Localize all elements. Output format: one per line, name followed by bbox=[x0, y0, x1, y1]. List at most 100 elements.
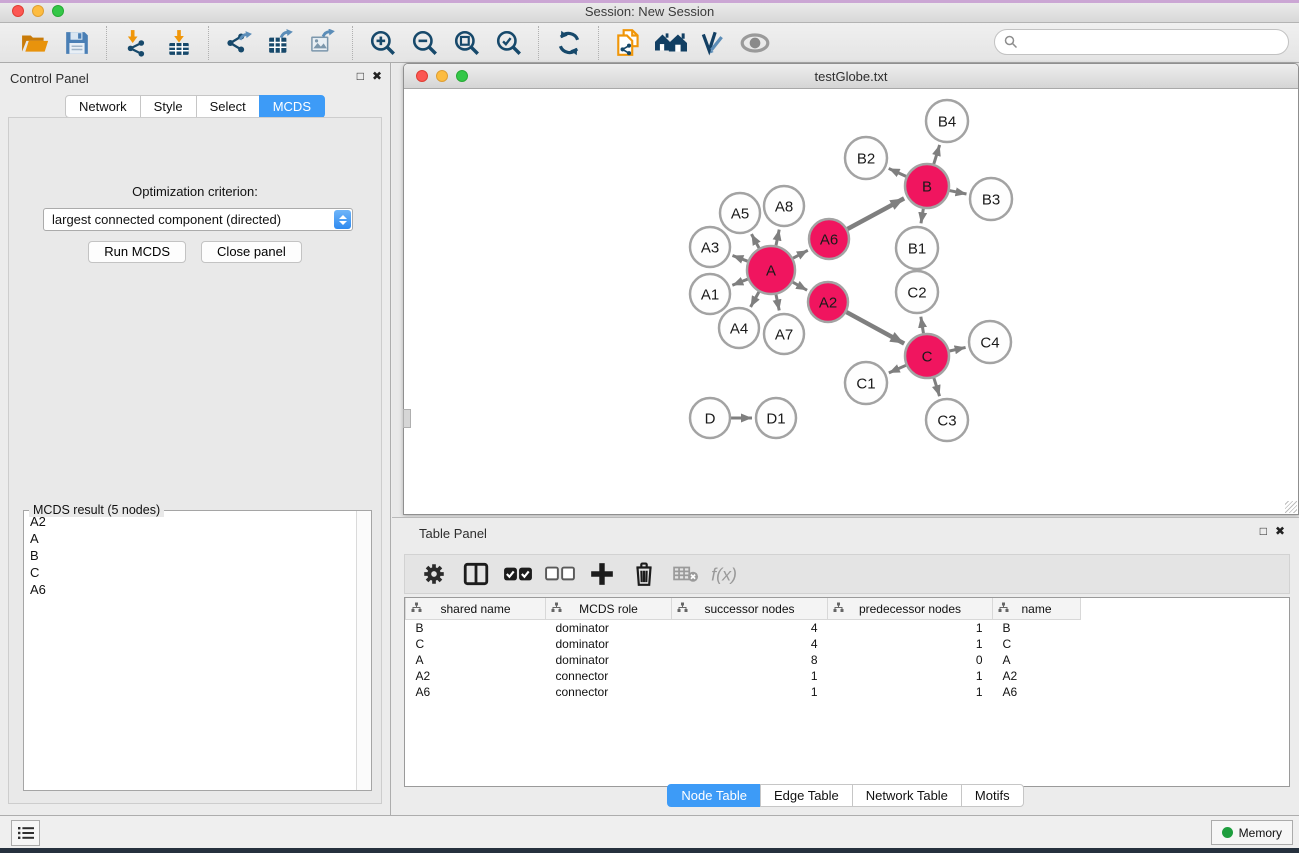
table-cell[interactable]: 1 bbox=[672, 684, 828, 700]
zoom-out-icon[interactable] bbox=[408, 27, 442, 59]
houses-icon[interactable] bbox=[654, 27, 688, 59]
edge-B-B3[interactable] bbox=[950, 191, 967, 194]
tab-select[interactable]: Select bbox=[196, 95, 260, 118]
edge-B-B1[interactable] bbox=[921, 209, 923, 224]
edge-A-A4[interactable] bbox=[751, 292, 759, 307]
graph-node-A5[interactable]: A5 bbox=[720, 193, 760, 233]
tab-style[interactable]: Style bbox=[140, 95, 197, 118]
edge-A-A1[interactable] bbox=[732, 279, 747, 285]
optimization-criterion-select[interactable]: largest connected component (directed) bbox=[43, 208, 353, 231]
table-cell[interactable]: A2 bbox=[406, 668, 546, 684]
table-cell[interactable]: A2 bbox=[993, 668, 1081, 684]
table-cell[interactable]: 1 bbox=[828, 620, 993, 637]
table-cell[interactable]: B bbox=[993, 620, 1081, 637]
tab-node-table[interactable]: Node Table bbox=[667, 784, 761, 807]
deselect-all-icon[interactable] bbox=[541, 558, 579, 590]
mcds-result-item[interactable]: A2 bbox=[24, 513, 357, 530]
search-field[interactable] bbox=[994, 29, 1289, 55]
gear-icon[interactable] bbox=[415, 558, 453, 590]
zoom-selected-icon[interactable] bbox=[492, 27, 526, 59]
edge-A6-B[interactable] bbox=[847, 198, 904, 229]
columns-icon[interactable] bbox=[457, 558, 495, 590]
table-cell[interactable]: 8 bbox=[672, 652, 828, 668]
float-panel-icon[interactable]: □ bbox=[357, 69, 364, 83]
table-row[interactable]: Bdominator41B bbox=[406, 620, 1081, 637]
table-cell[interactable]: A bbox=[406, 652, 546, 668]
table-cell[interactable]: 4 bbox=[672, 620, 828, 637]
export-table-icon[interactable] bbox=[264, 27, 298, 59]
graph-node-C3[interactable]: C3 bbox=[926, 399, 968, 441]
table-row[interactable]: Cdominator41C bbox=[406, 636, 1081, 652]
graph-node-A4[interactable]: A4 bbox=[719, 308, 759, 348]
graph-node-A2[interactable]: A2 bbox=[808, 282, 848, 322]
graph-node-B1[interactable]: B1 bbox=[896, 227, 938, 269]
graph-node-A6[interactable]: A6 bbox=[809, 219, 849, 259]
close-panel-icon[interactable]: ✖ bbox=[1275, 524, 1285, 538]
search-input[interactable] bbox=[1024, 34, 1288, 51]
edge-A-A3[interactable] bbox=[732, 255, 747, 261]
table-cell[interactable]: 1 bbox=[828, 684, 993, 700]
save-icon[interactable] bbox=[60, 27, 94, 59]
table-cell[interactable]: A6 bbox=[993, 684, 1081, 700]
table-row[interactable]: Adominator80A bbox=[406, 652, 1081, 668]
graph-node-B2[interactable]: B2 bbox=[845, 137, 887, 179]
table-cell[interactable]: dominator bbox=[546, 652, 672, 668]
column-header-MCDS-role[interactable]: MCDS role bbox=[546, 598, 672, 620]
window-resize-grip[interactable] bbox=[1285, 501, 1297, 513]
zoom-in-icon[interactable] bbox=[366, 27, 400, 59]
table-cell[interactable]: connector bbox=[546, 684, 672, 700]
tab-mcds[interactable]: MCDS bbox=[259, 95, 325, 118]
table-cell[interactable]: 0 bbox=[828, 652, 993, 668]
import-table-icon[interactable] bbox=[162, 27, 196, 59]
table-cell[interactable]: A bbox=[993, 652, 1081, 668]
graph-node-D1[interactable]: D1 bbox=[756, 398, 796, 438]
edge-A-A6[interactable] bbox=[793, 250, 808, 258]
table-cell[interactable]: 1 bbox=[828, 668, 993, 684]
eye-icon[interactable] bbox=[738, 27, 772, 59]
graph-node-B[interactable]: B bbox=[905, 164, 949, 208]
tab-motifs[interactable]: Motifs bbox=[961, 784, 1024, 807]
mcds-result-item[interactable]: A6 bbox=[24, 581, 357, 598]
network-canvas[interactable]: B4B2BB3A5A8A6A3B1AA1C2A2A4A7C4CC1DD1C3 bbox=[404, 89, 1298, 514]
table-row[interactable]: A6connector11A6 bbox=[406, 684, 1081, 700]
edge-A-A7[interactable] bbox=[776, 294, 779, 310]
edge-A-A2[interactable] bbox=[793, 282, 807, 290]
tab-network[interactable]: Network bbox=[65, 95, 141, 118]
duplicate-network-icon[interactable] bbox=[612, 27, 646, 59]
graph-node-C1[interactable]: C1 bbox=[845, 362, 887, 404]
table-cell[interactable]: dominator bbox=[546, 636, 672, 652]
tab-edge-table[interactable]: Edge Table bbox=[760, 784, 853, 807]
table-row[interactable]: A2connector11A2 bbox=[406, 668, 1081, 684]
mcds-result-item[interactable]: B bbox=[24, 547, 357, 564]
tab-network-table[interactable]: Network Table bbox=[852, 784, 962, 807]
plus-icon[interactable] bbox=[583, 558, 621, 590]
table-cell[interactable]: A6 bbox=[406, 684, 546, 700]
close-panel-icon[interactable]: ✖ bbox=[372, 69, 382, 83]
edge-A-A8[interactable] bbox=[776, 230, 779, 246]
refresh-icon[interactable] bbox=[552, 27, 586, 59]
column-header-predecessor-nodes[interactable]: predecessor nodes bbox=[828, 598, 993, 620]
column-header-shared-name[interactable]: shared name bbox=[406, 598, 546, 620]
graph-node-A1[interactable]: A1 bbox=[690, 274, 730, 314]
float-panel-icon[interactable]: □ bbox=[1260, 524, 1267, 538]
table-cell[interactable]: C bbox=[993, 636, 1081, 652]
import-network-icon[interactable] bbox=[120, 27, 154, 59]
graph-node-C2[interactable]: C2 bbox=[896, 271, 938, 313]
column-header-name[interactable]: name bbox=[993, 598, 1081, 620]
zoom-fit-icon[interactable] bbox=[450, 27, 484, 59]
scrollbar-track[interactable] bbox=[356, 511, 371, 790]
edge-B-B2[interactable] bbox=[889, 168, 906, 176]
edge-A2-C[interactable] bbox=[846, 312, 904, 343]
graph-node-D[interactable]: D bbox=[690, 398, 730, 438]
graph-node-A3[interactable]: A3 bbox=[690, 227, 730, 267]
table-cell[interactable]: 1 bbox=[672, 668, 828, 684]
table-cell[interactable]: 1 bbox=[828, 636, 993, 652]
graph-node-A8[interactable]: A8 bbox=[764, 186, 804, 226]
graph-node-B4[interactable]: B4 bbox=[926, 100, 968, 142]
close-panel-button[interactable]: Close panel bbox=[201, 241, 302, 263]
task-history-button[interactable] bbox=[11, 820, 40, 846]
select-all-icon[interactable] bbox=[499, 558, 537, 590]
graph-node-A[interactable]: A bbox=[747, 246, 795, 294]
memory-button[interactable]: Memory bbox=[1211, 820, 1293, 845]
table-cell[interactable]: dominator bbox=[546, 620, 672, 637]
